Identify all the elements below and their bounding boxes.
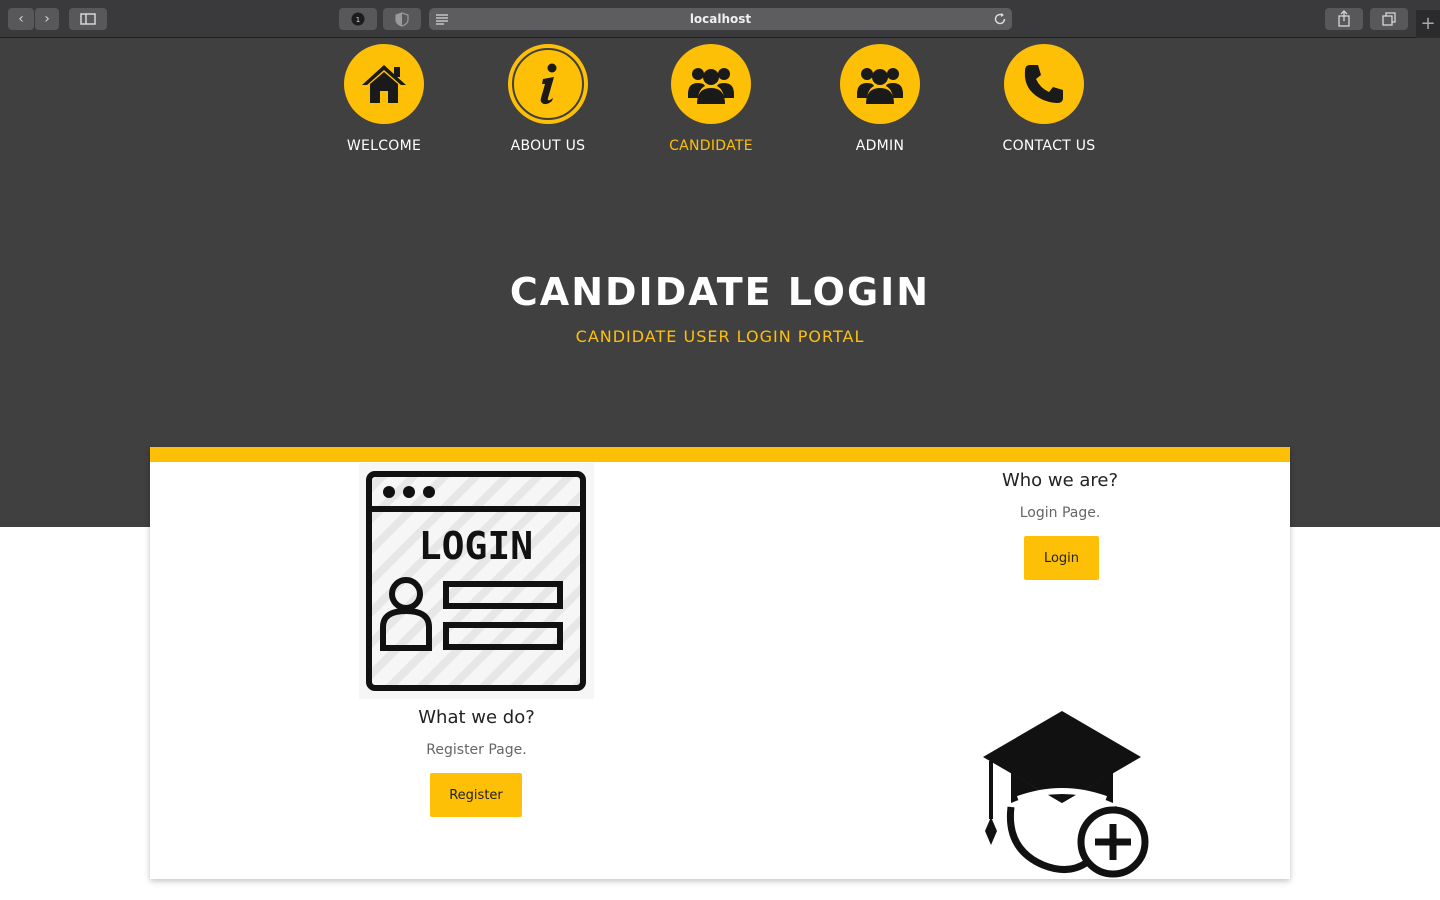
shield-extension-button[interactable] [383, 8, 421, 30]
nav-label-contact-us: CONTACT US [1002, 138, 1096, 154]
nav-item-about-us[interactable]: ABOUT US [468, 44, 628, 154]
reload-icon[interactable] [993, 12, 1007, 26]
new-tab-button[interactable]: + [1416, 10, 1440, 38]
login-page-text: Login Page. [1019, 505, 1101, 521]
tabs-icon [1382, 12, 1396, 26]
login-button[interactable]: Login [1024, 536, 1099, 580]
nav-circle [671, 44, 751, 124]
what-we-do-heading: What we do? [418, 707, 535, 728]
nav-label-candidate: CANDIDATE [669, 138, 753, 154]
phone-icon [1024, 65, 1063, 103]
who-we-are-heading: Who we are? [1001, 470, 1119, 491]
nav-item-welcome[interactable]: WELCOME [304, 44, 464, 154]
nav-label-admin: ADMIN [855, 138, 905, 154]
page-title: CANDIDATE LOGIN [509, 270, 931, 314]
svg-text:1: 1 [356, 16, 360, 24]
info-icon [540, 63, 557, 105]
address-bar[interactable]: localhost [429, 8, 1012, 30]
graduate-illustration [968, 699, 1158, 879]
tabs-overview-button[interactable] [1370, 8, 1408, 30]
chevron-left-icon: ‹ [18, 11, 24, 27]
back-button[interactable]: ‹ [8, 8, 34, 30]
login-window-icon: LOGIN [366, 471, 586, 691]
nav-label-about-us: ABOUT US [510, 138, 586, 154]
nav-label-welcome: WELCOME [346, 138, 422, 154]
password-extension-button[interactable]: 1 [339, 8, 377, 30]
nav-circle [1004, 44, 1084, 124]
url-text: localhost [689, 12, 752, 26]
browser-toolbar: ‹ › 1 localhost + [0, 0, 1440, 38]
nav-circle [840, 44, 920, 124]
content-card: LOGIN What we do? Register Page. Registe… [150, 447, 1290, 879]
nav-item-candidate[interactable]: CANDIDATE [631, 44, 791, 154]
sidebar-icon [80, 13, 96, 25]
forward-button[interactable]: › [34, 8, 59, 30]
login-illustration: LOGIN [359, 463, 594, 699]
login-illustration-text: LOGIN [419, 524, 533, 568]
nav-circle [508, 44, 588, 124]
users-icon [857, 68, 903, 104]
nav-item-admin[interactable]: ADMIN [800, 44, 960, 154]
sidebar-toggle-button[interactable] [69, 8, 107, 30]
users-icon [688, 68, 734, 104]
shield-icon [395, 12, 409, 27]
plus-icon: + [1420, 13, 1436, 34]
register-page-text: Register Page. [426, 742, 527, 758]
register-button[interactable]: Register [430, 773, 522, 817]
share-icon [1338, 10, 1350, 27]
share-button[interactable] [1325, 8, 1363, 30]
graduate-add-icon [983, 711, 1149, 878]
chevron-right-icon: › [44, 11, 50, 27]
nav-item-contact-us[interactable]: CONTACT US [964, 44, 1134, 154]
home-icon [362, 65, 406, 103]
page-subtitle: CANDIDATE USER LOGIN PORTAL [575, 327, 865, 346]
nav-circle [344, 44, 424, 124]
extension-icon: 1 [351, 12, 365, 26]
